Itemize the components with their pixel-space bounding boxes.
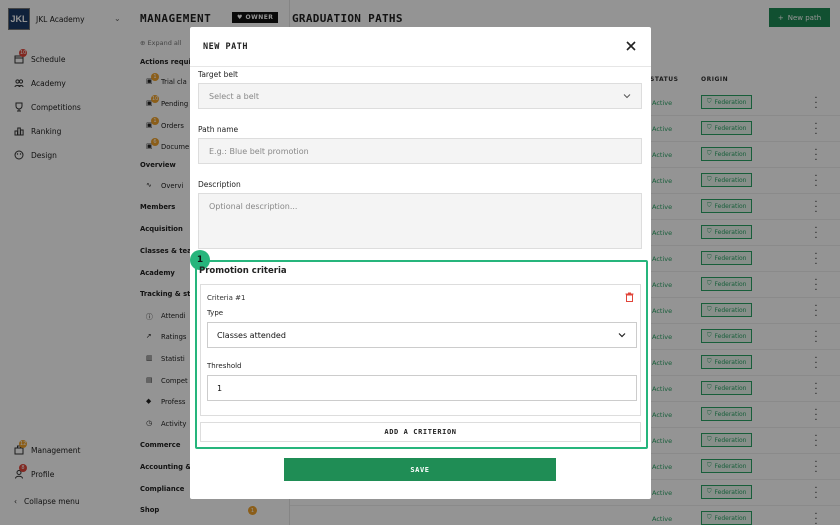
modal-header: NEW PATH [190, 27, 651, 67]
threshold-value: 1 [217, 383, 223, 393]
threshold-label: Threshold [207, 362, 242, 370]
target-belt-select[interactable]: Select a belt [198, 83, 642, 109]
close-icon[interactable] [625, 40, 637, 52]
promotion-criteria-section: 1 Promotion criteria Criteria #1 Type Cl… [190, 250, 648, 449]
threshold-input[interactable]: 1 [207, 375, 637, 401]
criterion-title: Criteria #1 [207, 294, 246, 302]
path-name-label: Path name [198, 125, 239, 134]
save-button[interactable]: SAVE [284, 458, 556, 481]
description-label: Description [198, 180, 241, 189]
chevron-down-icon [618, 333, 626, 338]
target-belt-placeholder: Select a belt [209, 91, 260, 101]
criteria-title: Promotion criteria [199, 266, 287, 276]
chevron-down-icon [623, 94, 631, 99]
criterion-card: Criteria #1 Type Classes attended Thresh… [200, 284, 641, 416]
criterion-type-select[interactable]: Classes attended [207, 322, 637, 348]
type-label: Type [207, 309, 224, 317]
description-textarea[interactable]: Optional description... [198, 193, 642, 249]
path-name-input[interactable]: E.g.: Blue belt promotion [198, 138, 642, 164]
target-belt-label: Target belt [198, 70, 238, 79]
add-criterion-button[interactable]: ADD A CRITERION [200, 422, 641, 442]
new-path-modal: NEW PATH Target belt Select a belt Path … [190, 27, 651, 499]
modal-title: NEW PATH [203, 42, 248, 52]
description-placeholder: Optional description... [209, 202, 298, 211]
criterion-type-value: Classes attended [217, 330, 286, 340]
trash-icon[interactable] [625, 292, 634, 302]
path-name-placeholder: E.g.: Blue belt promotion [209, 146, 309, 156]
